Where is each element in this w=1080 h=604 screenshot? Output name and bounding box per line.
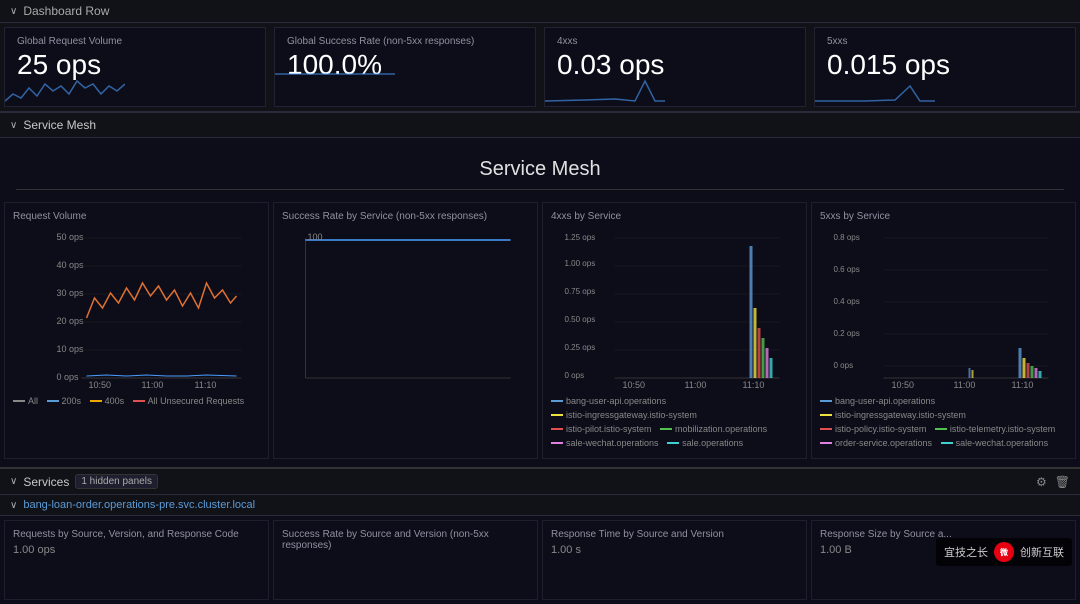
bottom-chart-value-0: 1.00 ops <box>13 544 260 556</box>
services-chevron[interactable]: ∨ <box>10 476 17 487</box>
chart-panel-success-rate: Success Rate by Service (non-5xx respons… <box>273 202 538 459</box>
chart-panel-5xxs: 5xxs by Service 0.8 ops 0.6 ops 0.4 ops … <box>811 202 1076 459</box>
bottom-charts-row: Requests by Source, Version, and Respons… <box>0 516 1080 604</box>
bottom-chart-panel-0: Requests by Source, Version, and Respons… <box>4 520 269 600</box>
chart-area-3: 1.25 ops 1.00 ops 0.75 ops 0.50 ops 0.25… <box>551 228 798 388</box>
chart-title-1: Request Volume <box>13 211 260 222</box>
svg-text:0 ops: 0 ops <box>834 361 854 370</box>
bottom-chart-panel-1: Success Rate by Source and Version (non-… <box>273 520 538 600</box>
svg-text:0.8 ops: 0.8 ops <box>834 233 860 242</box>
metric-title-0: Global Request Volume <box>17 36 253 47</box>
service-mesh-chevron[interactable]: ∨ <box>10 120 17 131</box>
svg-text:0.50 ops: 0.50 ops <box>565 315 596 324</box>
metric-card-1: Global Success Rate (non-5xx responses) … <box>274 27 536 107</box>
svg-text:50 ops: 50 ops <box>57 232 85 242</box>
service-instance-label: bang-loan-order.operations-pre.svc.clust… <box>23 499 255 511</box>
service-mesh-container: Service Mesh Request Volume 50 ops 40 op… <box>0 138 1080 467</box>
service-mesh-section-header: ∨ Service Mesh <box>0 112 1080 138</box>
svg-text:0.25 ops: 0.25 ops <box>565 343 596 352</box>
charts-row: Request Volume 50 ops 40 ops 30 ops 20 o… <box>0 202 1080 459</box>
services-section-header: ∨ Services 1 hidden panels ⚙ 🗑 <box>0 467 1080 495</box>
svg-text:1.00 ops: 1.00 ops <box>565 259 596 268</box>
svg-text:11:10: 11:10 <box>1012 380 1034 388</box>
services-label: Services <box>23 475 69 489</box>
svg-text:11:10: 11:10 <box>743 380 765 388</box>
svg-text:30 ops: 30 ops <box>57 288 85 298</box>
chart-title-4: 5xxs by Service <box>820 211 1067 222</box>
svg-text:1.25 ops: 1.25 ops <box>565 233 596 242</box>
service-mesh-section-label: Service Mesh <box>23 118 96 132</box>
svg-text:0.75 ops: 0.75 ops <box>565 287 596 296</box>
service-mesh-title: Service Mesh <box>16 150 1064 190</box>
services-settings-icon[interactable]: ⚙ <box>1036 475 1047 489</box>
metric-title-3: 5xxs <box>827 36 1063 47</box>
metric-card-3: 5xxs 0.015 ops <box>814 27 1076 107</box>
chart-title-2: Success Rate by Service (non-5xx respons… <box>282 211 529 222</box>
metric-title-2: 4xxs <box>557 36 793 47</box>
service-instance-chevron[interactable]: ∨ <box>10 500 17 511</box>
svg-text:11:00: 11:00 <box>142 380 164 388</box>
svg-text:10 ops: 10 ops <box>57 344 85 354</box>
chart-panel-request-volume: Request Volume 50 ops 40 ops 30 ops 20 o… <box>4 202 269 459</box>
service-instance-header: ∨ bang-loan-order.operations-pre.svc.clu… <box>0 495 1080 516</box>
bottom-chart-title-2: Response Time by Source and Version <box>551 529 798 540</box>
svg-text:11:00: 11:00 <box>954 380 976 388</box>
svg-text:0.2 ops: 0.2 ops <box>834 329 860 338</box>
svg-text:11:00: 11:00 <box>685 380 707 388</box>
svg-text:10:50: 10:50 <box>89 380 112 388</box>
metrics-row: Global Request Volume 25 ops Global Succ… <box>0 23 1080 112</box>
watermark-text2: 创新互联 <box>1020 544 1064 560</box>
chart-legend-3: bang-user-api.operations istio-ingressga… <box>551 394 798 450</box>
bottom-chart-title-1: Success Rate by Source and Version (non-… <box>282 529 529 551</box>
svg-text:11:10: 11:10 <box>195 380 217 388</box>
svg-text:20 ops: 20 ops <box>57 316 85 326</box>
svg-text:0 ops: 0 ops <box>565 371 585 380</box>
services-icons: ⚙ 🗑 <box>1036 475 1070 489</box>
watermark-logo: 微 <box>994 542 1014 562</box>
svg-text:10:50: 10:50 <box>892 380 915 388</box>
watermark-text1: 宜技之长 <box>944 544 988 560</box>
svg-text:10:50: 10:50 <box>623 380 646 388</box>
watermark: 宜技之长 微 创新互联 <box>936 538 1072 566</box>
bottom-chart-title-0: Requests by Source, Version, and Respons… <box>13 529 260 540</box>
metric-title-1: Global Success Rate (non-5xx responses) <box>287 36 523 47</box>
svg-text:40 ops: 40 ops <box>57 260 85 270</box>
svg-text:0.4 ops: 0.4 ops <box>834 297 860 306</box>
bottom-chart-value-2: 1.00 s <box>551 544 798 556</box>
chart-area-4: 0.8 ops 0.6 ops 0.4 ops 0.2 ops 0 ops 10… <box>820 228 1067 388</box>
bottom-chart-panel-2: Response Time by Source and Version 1.00… <box>542 520 807 600</box>
dashboard-row-label: Dashboard Row <box>23 4 109 18</box>
dashboard-row-chevron[interactable]: ∨ <box>10 6 17 17</box>
metric-card-0: Global Request Volume 25 ops <box>4 27 266 107</box>
chart-area-1: 50 ops 40 ops 30 ops 20 ops 10 ops 0 ops… <box>13 228 260 388</box>
dashboard-row-header: ∨ Dashboard Row <box>0 0 1080 23</box>
svg-text:0.6 ops: 0.6 ops <box>834 265 860 274</box>
chart-title-3: 4xxs by Service <box>551 211 798 222</box>
chart-legend-1: All 200s 400s All Unsecured Requests <box>13 394 260 408</box>
metric-card-2: 4xxs 0.03 ops <box>544 27 806 107</box>
chart-area-2: 100 <box>282 228 529 388</box>
svg-text:0 ops: 0 ops <box>57 372 80 382</box>
services-badge: 1 hidden panels <box>75 474 158 489</box>
chart-panel-4xxs: 4xxs by Service 1.25 ops 1.00 ops 0.75 o… <box>542 202 807 459</box>
chart-legend-4: bang-user-api.operations istio-ingressga… <box>820 394 1067 450</box>
svg-text:100: 100 <box>308 232 323 242</box>
services-trash-icon[interactable]: 🗑 <box>1055 475 1070 489</box>
